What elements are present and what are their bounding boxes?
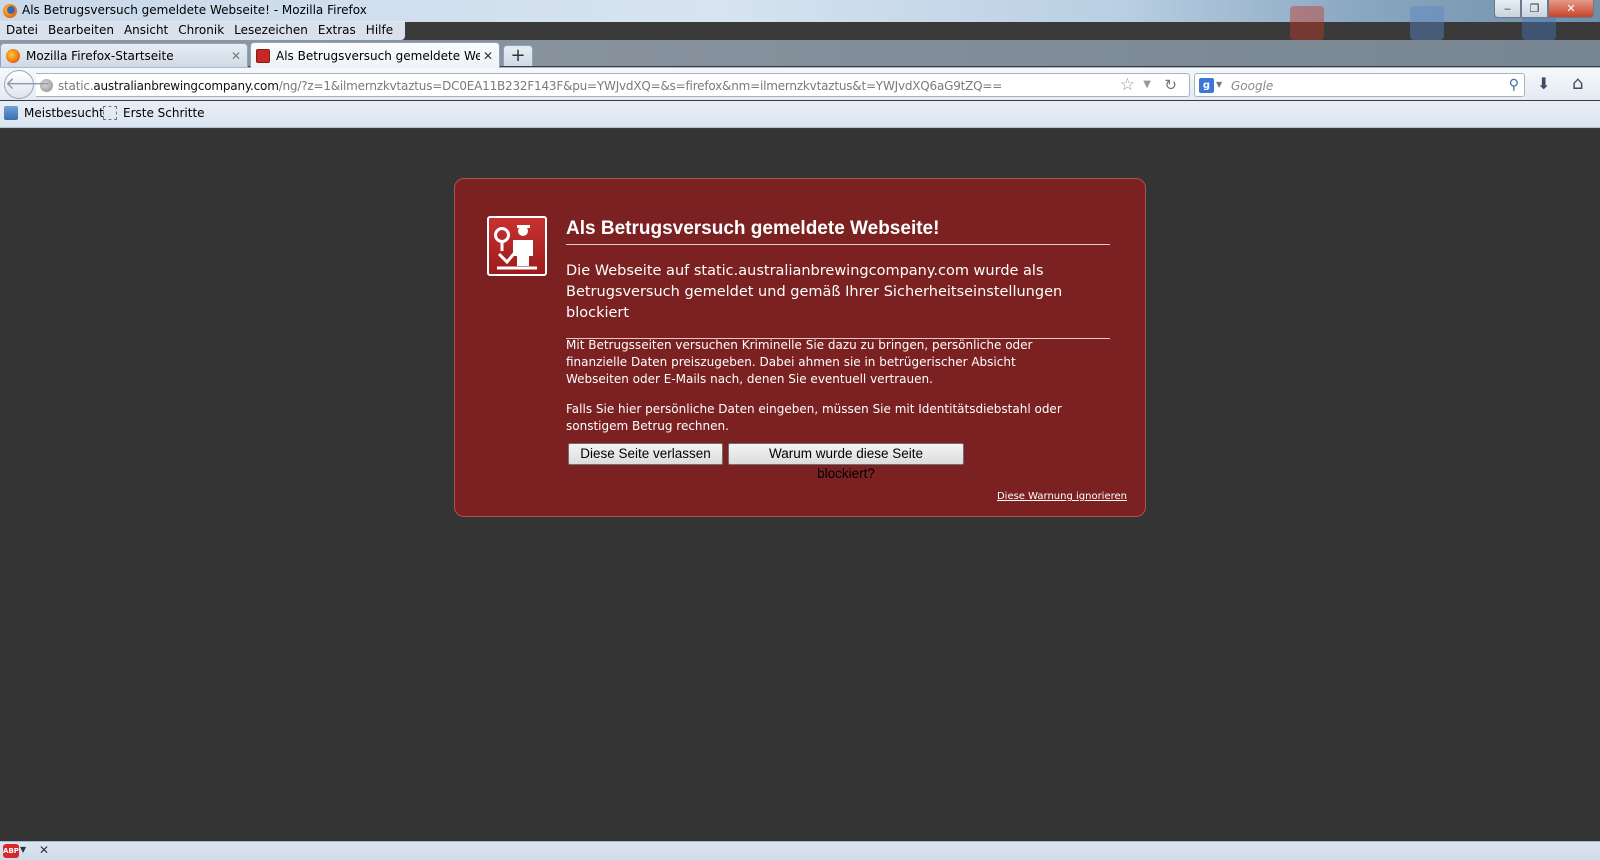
tab-firefox-start[interactable]: Mozilla Firefox-Startseite ✕ — [0, 43, 248, 67]
back-arrow-icon: 🡐 — [5, 74, 51, 94]
why-blocked-button[interactable]: Warum wurde diese Seite blockiert? — [728, 443, 964, 481]
warning-short-description: Die Webseite auf static.australianbrewin… — [566, 261, 1110, 339]
url-text[interactable]: static.australianbrewingcompany.com/ng/?… — [58, 79, 1002, 93]
warning-identity-theft-note: Falls Sie hier persönliche Daten eingebe… — [566, 402, 1062, 433]
reload-icon[interactable]: ↻ — [1164, 76, 1177, 94]
menu-extras[interactable]: Extras — [314, 21, 362, 40]
page-content: Als Betrugsversuch gemeldete Webseite! D… — [0, 129, 1600, 841]
url-bar[interactable]: static.australianbrewingcompany.com/ng/?… — [36, 73, 1190, 97]
chevron-down-icon[interactable]: ▼ — [1216, 80, 1222, 89]
history-dropdown-icon[interactable]: ▼ — [1143, 79, 1151, 90]
bookmark-label: Erste Schritte — [123, 106, 205, 120]
window-controls: ‒ ❐ ✕ — [1494, 0, 1594, 19]
window-title: Als Betrugsversuch gemeldete Webseite! -… — [22, 3, 367, 17]
menu-bar: Datei Bearbeiten Ansicht Chronik Lesezei… — [0, 21, 406, 40]
chevron-down-icon[interactable]: ▼ — [20, 845, 26, 854]
navigation-bar: static.australianbrewingcompany.com/ng/?… — [0, 67, 1600, 100]
bookmark-meistbesucht[interactable]: Meistbesucht — [4, 106, 104, 120]
bookmark-erste-schritte[interactable]: Erste Schritte — [103, 106, 205, 120]
tab-blocked-site[interactable]: Als Betrugsversuch gemeldete Webse... ✕ — [250, 42, 500, 68]
menu-lesezeichen[interactable]: Lesezeichen — [230, 21, 314, 40]
tab-label: Als Betrugsversuch gemeldete Webse... — [276, 48, 480, 63]
firefox-icon — [3, 4, 17, 18]
bookmarks-toolbar: Meistbesucht Erste Schritte — [0, 101, 1600, 128]
download-icon[interactable]: ⬇ — [1537, 74, 1550, 93]
new-tab-button[interactable]: + — [503, 45, 533, 66]
bookmark-star-icon[interactable]: ☆ — [1120, 75, 1135, 95]
blocked-site-icon — [256, 48, 270, 63]
status-bar: ABP ▼ ✕ — [0, 841, 1600, 860]
close-icon[interactable]: ✕ — [228, 49, 244, 63]
menu-datei[interactable]: Datei — [2, 21, 44, 40]
search-icon[interactable]: ⚲ — [1509, 77, 1519, 93]
close-button[interactable]: ✕ — [1548, 0, 1594, 18]
google-icon[interactable]: g — [1199, 78, 1214, 93]
search-placeholder[interactable]: Google — [1231, 79, 1273, 93]
menu-bearbeiten[interactable]: Bearbeiten — [44, 21, 120, 40]
tab-strip: Mozilla Firefox-Startseite ✕ Als Betrugs… — [0, 40, 1600, 68]
back-button[interactable]: 🡐 — [4, 70, 51, 99]
title-bar: Als Betrugsversuch gemeldete Webseite! -… — [0, 0, 1600, 40]
home-icon[interactable]: ⌂ — [1572, 73, 1583, 94]
search-bar[interactable]: g ▼ Google ⚲ — [1194, 73, 1525, 97]
menu-hilfe[interactable]: Hilfe — [362, 21, 399, 40]
firefox-icon — [6, 48, 20, 63]
bookmark-label: Meistbesucht — [24, 106, 104, 120]
minimize-button[interactable]: ‒ — [1494, 0, 1521, 18]
maximize-button[interactable]: ❐ — [1521, 0, 1548, 18]
url-domain: australianbrewingcompany.com — [93, 79, 279, 93]
desktop-document-icon — [1410, 6, 1444, 40]
leave-page-button[interactable]: Diese Seite verlassen — [568, 443, 723, 465]
phishing-warning-illustration — [494, 225, 537, 270]
tab-label: Mozilla Firefox-Startseite — [26, 48, 174, 63]
menu-ansicht[interactable]: Ansicht — [120, 21, 174, 40]
menu-chronik[interactable]: Chronik — [174, 21, 230, 40]
close-icon[interactable]: ✕ — [39, 843, 49, 857]
phishing-warning-icon — [487, 216, 547, 276]
desktop-powerpoint-icon — [1290, 6, 1324, 40]
url-prefix: static. — [58, 79, 94, 93]
phishing-warning-box: Als Betrugsversuch gemeldete Webseite! D… — [454, 178, 1146, 517]
close-icon[interactable]: ✕ — [480, 49, 496, 63]
warning-title: Als Betrugsversuch gemeldete Webseite! — [566, 218, 1110, 245]
most-visited-icon — [4, 106, 18, 120]
url-path: /ng/?z=1&ilmernzkvtaztus=DC0EA11B232F143… — [278, 79, 1003, 93]
warning-long-description: Mit Betrugsseiten versuchen Kriminelle S… — [566, 338, 1033, 386]
adblock-plus-icon[interactable]: ABP — [3, 844, 19, 858]
bookmark-page-icon — [103, 106, 117, 120]
ignore-warning-link[interactable]: Diese Warnung ignorieren — [997, 491, 1127, 502]
